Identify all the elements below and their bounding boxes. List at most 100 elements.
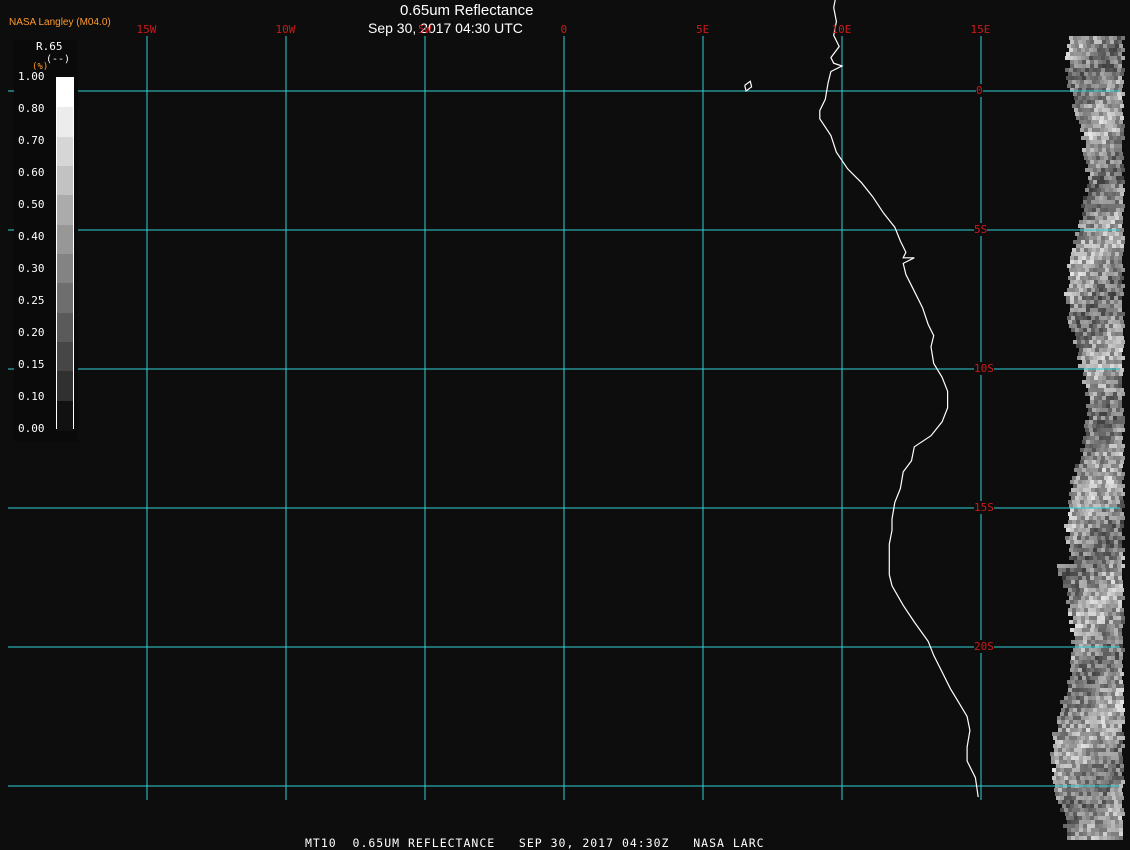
swath-pixel	[1103, 704, 1107, 708]
swath-pixel	[1107, 348, 1111, 352]
swath-pixel	[1102, 572, 1106, 576]
swath-pixel	[1115, 184, 1119, 188]
swath-pixel	[1119, 464, 1123, 468]
swath-pixel	[1120, 448, 1124, 452]
swath-pixel	[1118, 560, 1122, 564]
swath-pixel	[1114, 272, 1118, 276]
swath-pixel	[1102, 600, 1106, 604]
swath-pixel	[1069, 56, 1073, 60]
swath-pixel	[1081, 492, 1085, 496]
swath-pixel	[1104, 520, 1108, 524]
swath-pixel	[1097, 708, 1101, 712]
swath-pixel	[1101, 180, 1105, 184]
swath-pixel	[1087, 624, 1091, 628]
swath-pixel	[1098, 256, 1102, 260]
swath-pixel	[1069, 620, 1073, 624]
swath-pixel	[1114, 816, 1118, 820]
swath-pixel	[1093, 456, 1097, 460]
swath-pixel	[1115, 704, 1119, 708]
swath-pixel	[1071, 760, 1075, 764]
swath-pixel	[1116, 408, 1120, 412]
swath-pixel	[1088, 776, 1092, 780]
swath-pixel	[1070, 772, 1074, 776]
swath-pixel	[1119, 692, 1123, 696]
swath-pixel	[1093, 340, 1097, 344]
swath-pixel	[1092, 608, 1096, 612]
swath-pixel	[1066, 788, 1070, 792]
swath-pixel	[1105, 456, 1109, 460]
swath-pixel	[1069, 492, 1073, 496]
swath-pixel	[1118, 576, 1122, 580]
swath-pixel	[1076, 520, 1080, 524]
swath-pixel	[1058, 800, 1062, 804]
swath-pixel	[1101, 36, 1105, 40]
swath-pixel	[1114, 108, 1118, 112]
swath-pixel	[1107, 792, 1111, 796]
swath-pixel	[1105, 312, 1109, 316]
swath-pixel	[1078, 364, 1082, 368]
swath-pixel	[1110, 508, 1114, 512]
swath-pixel	[1095, 640, 1099, 644]
swath-pixel	[1116, 116, 1120, 120]
swath-pixel	[1111, 348, 1115, 352]
swath-pixel	[1070, 804, 1074, 808]
swath-pixel	[1115, 760, 1119, 764]
swath-pixel	[1107, 332, 1111, 336]
swath-pixel	[1100, 696, 1104, 700]
swath-pixel	[1064, 808, 1068, 812]
swath-pixel	[1095, 196, 1099, 200]
swath-pixel	[1106, 632, 1110, 636]
swath-pixel	[1076, 336, 1080, 340]
swath-pixel	[1086, 384, 1090, 388]
swath-pixel	[1090, 532, 1094, 536]
swath-pixel	[1118, 508, 1122, 512]
swath-pixel	[1098, 532, 1102, 536]
swath-pixel	[1098, 724, 1102, 728]
swath-pixel	[1098, 300, 1102, 304]
swath-pixel	[1085, 708, 1089, 712]
swath-pixel	[1106, 772, 1110, 776]
swath-pixel	[1113, 48, 1117, 52]
legend-tick-label: 0.70	[18, 134, 45, 147]
swath-pixel	[1065, 720, 1069, 724]
swath-pixel	[1100, 424, 1104, 428]
swath-pixel	[1076, 116, 1080, 120]
swath-pixel	[1073, 720, 1077, 724]
swath-pixel	[1096, 276, 1100, 280]
swath-pixel	[1068, 700, 1072, 704]
swath-pixel	[1103, 112, 1107, 116]
product-footer: MT10 0.65UM REFLECTANCE SEP 30, 2017 04:…	[305, 836, 765, 850]
swath-pixel	[1079, 792, 1083, 796]
legend-swatch	[57, 371, 73, 402]
swath-pixel	[1085, 536, 1089, 540]
swath-pixel	[1095, 112, 1099, 116]
swath-pixel	[1093, 240, 1097, 244]
swath-pixel	[1116, 448, 1120, 452]
swath-pixel	[1099, 580, 1103, 584]
swath-pixel	[1073, 812, 1077, 816]
swath-pixel	[1120, 128, 1124, 132]
swath-pixel	[1103, 740, 1107, 744]
swath-pixel	[1075, 232, 1079, 236]
swath-pixel	[1073, 240, 1077, 244]
swath-pixel	[1082, 40, 1086, 44]
swath-pixel	[1100, 808, 1104, 812]
swath-pixel	[1104, 132, 1108, 136]
swath-pixel	[1111, 452, 1115, 456]
swath-pixel	[1063, 704, 1067, 708]
swath-pixel	[1104, 244, 1108, 248]
swath-pixel	[1097, 48, 1101, 52]
swath-pixel	[1109, 124, 1113, 128]
swath-pixel	[1078, 800, 1082, 804]
swath-pixel	[1079, 656, 1083, 660]
swath-pixel	[1075, 592, 1079, 596]
swath-pixel	[1070, 800, 1074, 804]
swath-pixel	[1108, 408, 1112, 412]
swath-pixel	[1113, 188, 1117, 192]
swath-pixel	[1110, 60, 1114, 64]
swath-pixel	[1106, 480, 1110, 484]
swath-pixel	[1110, 360, 1114, 364]
swath-pixel	[1118, 800, 1122, 804]
swath-pixel	[1089, 204, 1093, 208]
swath-pixel	[1101, 428, 1105, 432]
